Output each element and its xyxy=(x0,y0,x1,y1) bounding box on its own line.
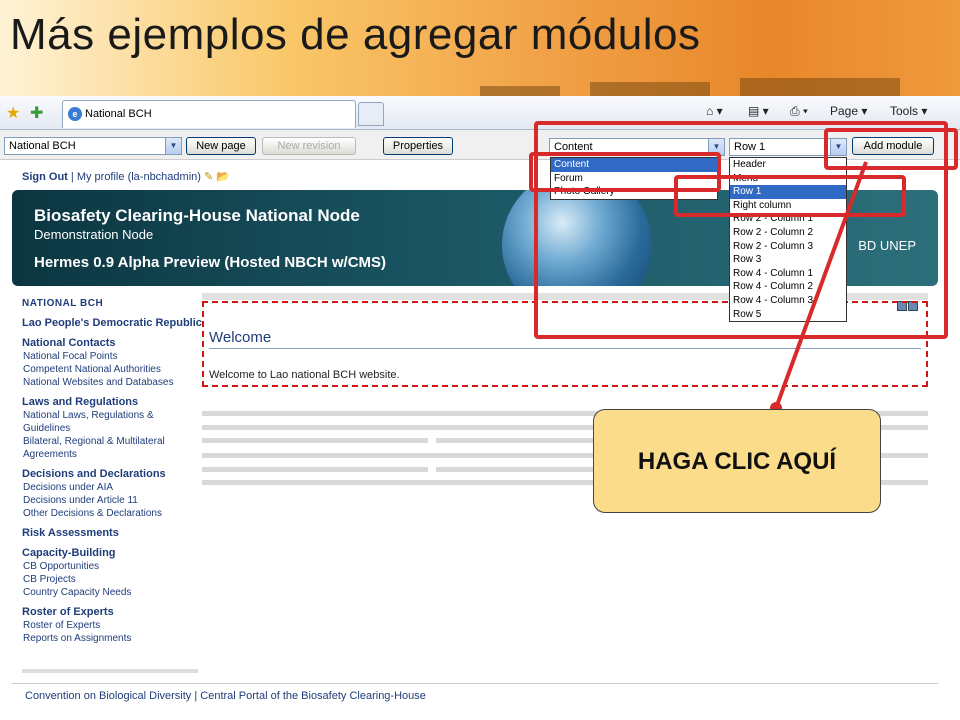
click-here-callout: HAGA CLIC AQUÍ xyxy=(593,409,881,513)
annotation-pointer xyxy=(774,161,868,409)
pointer-line xyxy=(774,161,868,409)
